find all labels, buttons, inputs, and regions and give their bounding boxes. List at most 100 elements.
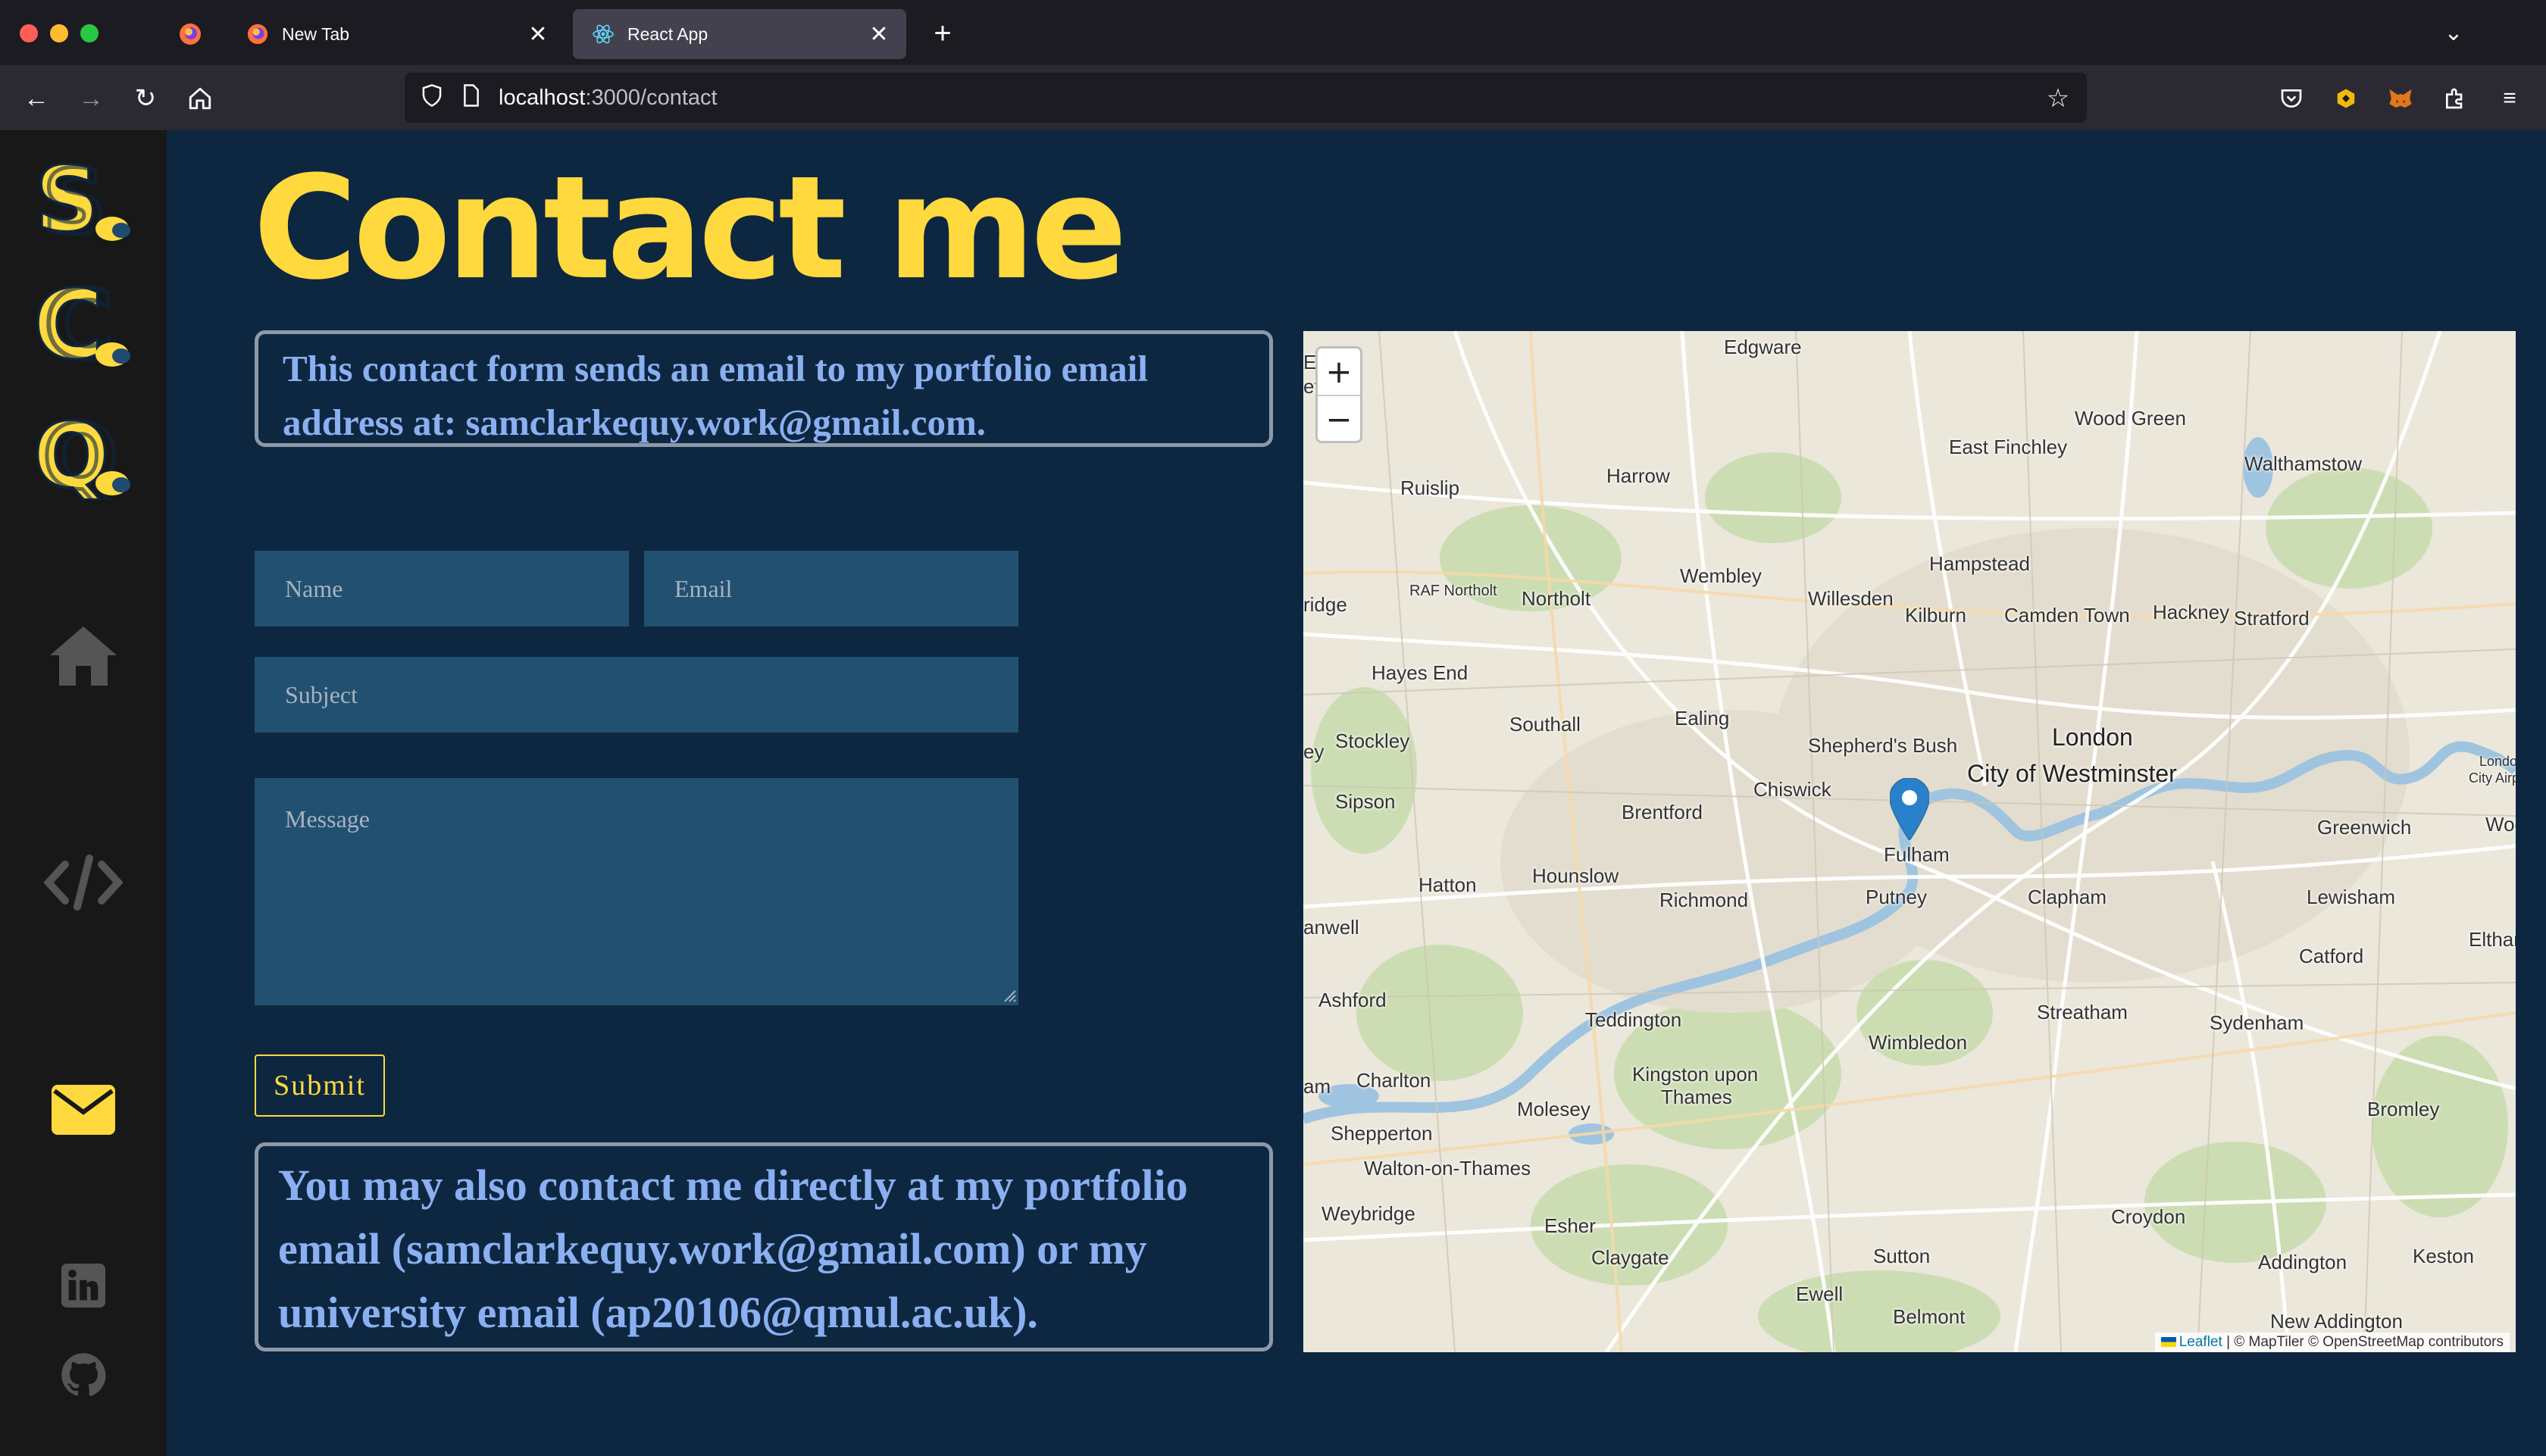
map-label: London xyxy=(2052,723,2133,751)
message-textarea[interactable] xyxy=(255,778,1018,1005)
firefox-icon xyxy=(180,23,201,45)
url-text: localhost:3000/contact xyxy=(499,86,718,111)
new-tab-button[interactable]: + xyxy=(924,15,961,52)
ukraine-flag-icon xyxy=(2160,1337,2176,1348)
map-label: Richmond xyxy=(1659,889,1749,911)
zoom-control: + − xyxy=(1315,346,1362,443)
name-input[interactable] xyxy=(255,551,629,626)
map-label: anwell xyxy=(1303,916,1359,939)
map-label: Shepperton xyxy=(1331,1122,1433,1145)
tab-react-app[interactable]: React App ✕ xyxy=(573,9,906,59)
zoom-out-button[interactable]: − xyxy=(1318,396,1360,441)
browser-tab-bar: New Tab ✕ React App ✕ + ⌄ xyxy=(0,0,2546,65)
map-label: Clapham xyxy=(2028,886,2107,908)
map[interactable]: Edgware Wood Green East Finchley Harrow … xyxy=(1303,331,2516,1352)
maximize-window-button[interactable] xyxy=(80,24,99,42)
map-label: Streatham xyxy=(2037,1001,2128,1023)
map-label: City of Westminster xyxy=(1967,760,2177,787)
envelope-icon[interactable] xyxy=(38,1068,129,1151)
map-label: Thames xyxy=(1661,1086,1732,1108)
map-label: Brentford xyxy=(1622,801,1703,823)
tab-new-tab[interactable]: New Tab ✕ xyxy=(227,9,565,59)
map-label: Wool xyxy=(2485,813,2516,836)
logo-c[interactable]: C C xyxy=(33,267,139,383)
map-label: Addington xyxy=(2258,1251,2347,1273)
map-label: Edgware xyxy=(1724,336,1802,358)
map-label: Hackney xyxy=(2153,601,2230,623)
subject-input[interactable] xyxy=(255,657,1018,733)
tracking-protection-shield-icon[interactable] xyxy=(417,83,447,114)
map-label: Chiswick xyxy=(1753,778,1831,801)
home-icon[interactable] xyxy=(182,80,218,117)
app-menu-hamburger-icon[interactable]: ≡ xyxy=(2491,80,2528,117)
map-label: Walthamstow xyxy=(2244,452,2363,475)
code-icon[interactable] xyxy=(38,841,129,924)
linkedin-icon[interactable] xyxy=(38,1244,129,1327)
url-path: :3000/contact xyxy=(585,86,718,110)
map-label: Wimbledon xyxy=(1869,1031,1968,1054)
contact-form-notice: This contact form sends an email to my p… xyxy=(255,330,1273,447)
map-label: Sipson xyxy=(1335,790,1396,813)
map-label: Hayes End xyxy=(1372,661,1468,684)
map-label: Croydon xyxy=(2111,1205,2186,1228)
map-label: Hampstead xyxy=(1929,552,2030,575)
map-label: Stratford xyxy=(2234,607,2310,630)
email-input[interactable] xyxy=(644,551,1018,626)
map-label: Ruislip xyxy=(1400,476,1460,499)
back-icon[interactable]: ← xyxy=(18,80,55,117)
map-label: Ewell xyxy=(1796,1283,1844,1305)
map-label: Hounslow xyxy=(1532,864,1619,887)
pocket-icon[interactable] xyxy=(2273,80,2310,117)
submit-button[interactable]: Submit xyxy=(255,1055,385,1117)
close-window-button[interactable] xyxy=(20,24,38,42)
map-label: ey xyxy=(1303,740,1325,763)
metamask-fox-icon[interactable] xyxy=(2382,80,2419,117)
page-info-icon[interactable] xyxy=(456,83,486,114)
list-all-tabs-icon[interactable]: ⌄ xyxy=(2435,15,2472,52)
home-icon[interactable] xyxy=(38,614,129,697)
map-label: Esher xyxy=(1544,1214,1596,1237)
textarea-resize-handle[interactable] xyxy=(1002,988,1017,1003)
attribution-text: | © MapTiler © OpenStreetMap contributor… xyxy=(2226,1334,2504,1350)
forward-icon[interactable]: → xyxy=(73,80,109,117)
map-label: Ashford xyxy=(1318,989,1387,1011)
map-label: Stockley xyxy=(1335,730,1410,752)
map-tiles xyxy=(1303,331,2516,1352)
map-label: Wood Green xyxy=(2075,407,2186,430)
leaflet-link[interactable]: Leaflet xyxy=(2179,1334,2222,1350)
location-marker-icon[interactable] xyxy=(1890,778,1929,840)
pinned-tab-firefox[interactable] xyxy=(164,11,217,58)
tab-label: New Tab xyxy=(282,23,350,44)
extensions-puzzle-icon[interactable] xyxy=(2437,80,2473,117)
map-label: Keston xyxy=(2413,1245,2474,1267)
map-label: East Finchley xyxy=(1949,436,2068,458)
map-label: Hatton xyxy=(1418,873,1477,896)
map-label: Northolt xyxy=(1522,587,1591,610)
zoom-in-button[interactable]: + xyxy=(1318,348,1360,396)
map-label: Weybridge xyxy=(1321,1202,1415,1225)
tab-label: React App xyxy=(627,23,708,44)
github-icon[interactable] xyxy=(38,1333,129,1417)
map-label: Sutton xyxy=(1873,1245,1931,1267)
url-bar[interactable]: localhost:3000/contact ☆ xyxy=(405,73,2087,123)
map-label: Teddington xyxy=(1585,1008,1682,1031)
map-label: Charlton xyxy=(1356,1069,1431,1092)
react-icon xyxy=(591,22,615,46)
bookmark-star-icon[interactable]: ☆ xyxy=(2041,82,2075,115)
close-tab-icon[interactable]: ✕ xyxy=(865,21,893,48)
minimize-window-button[interactable] xyxy=(50,24,68,42)
sidebar: S S C C Q Q xyxy=(0,130,167,1456)
map-label: Belmont xyxy=(1893,1305,1966,1328)
page-title: Contact me xyxy=(253,145,1128,311)
close-tab-icon[interactable]: ✕ xyxy=(524,21,552,48)
logo-s[interactable]: S S xyxy=(33,146,139,257)
map-label: Shepherd's Bush xyxy=(1808,734,1958,757)
map-label: Lewisham xyxy=(2307,886,2396,908)
map-label: Walton-on-Thames xyxy=(1364,1157,1531,1179)
logo-q[interactable]: Q Q xyxy=(33,402,139,511)
map-label: Ealing xyxy=(1675,707,1730,730)
map-label: Camden Town xyxy=(2004,604,2130,626)
map-label-fulham: Fulham xyxy=(1884,843,1950,866)
extension-cube-icon[interactable] xyxy=(2328,80,2364,117)
reload-icon[interactable]: ↻ xyxy=(127,80,164,117)
